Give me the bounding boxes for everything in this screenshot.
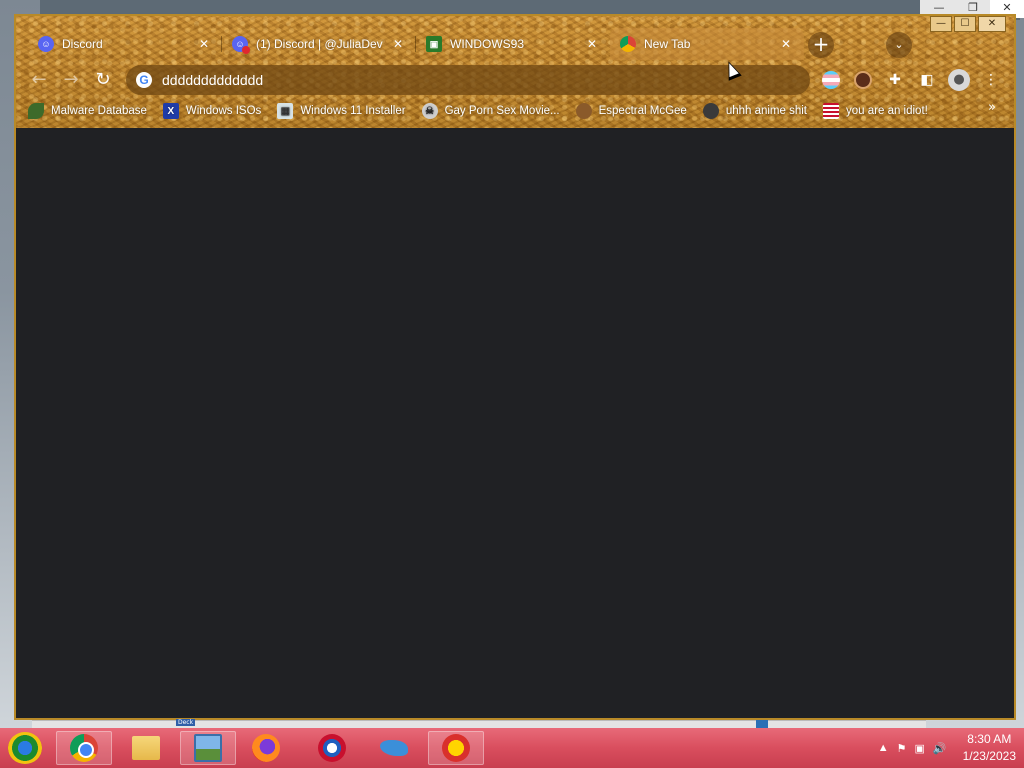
network-icon[interactable]: ▣ [915, 742, 925, 755]
browser-window: — ☐ ✕ ☺ Discord ✕ ☺ (1) Discord | @Julia… [14, 14, 1016, 720]
tab-windows93[interactable]: ▣ WINDOWS93 ✕ [416, 28, 610, 60]
clock[interactable]: 8:30 AM 1/23/2023 [963, 731, 1016, 765]
tab-title: Discord [62, 37, 103, 51]
minimize-button[interactable]: — [930, 16, 952, 32]
trans-flag-extension-icon[interactable] [820, 69, 842, 91]
tab-discord[interactable]: ☺ Discord ✕ [28, 28, 222, 60]
browser-frame: — ☐ ✕ ☺ Discord ✕ ☺ (1) Discord | @Julia… [16, 16, 1014, 128]
action-center-flag-icon[interactable]: ⚑ [897, 742, 907, 755]
skull-icon: ☠ [421, 103, 438, 119]
taskbar: ▲ ⚑ ▣ 🔊 8:30 AM 1/23/2023 [0, 728, 1024, 768]
maximize-button[interactable]: ☐ [954, 16, 976, 32]
tab-new-tab[interactable]: New Tab ✕ [610, 28, 804, 60]
bookmark-espectral-mcgee[interactable]: Espectral McGee [575, 103, 687, 119]
tab-close-icon[interactable]: ✕ [778, 36, 794, 52]
google-icon: G [136, 72, 152, 88]
background-window-strip [32, 720, 926, 728]
opera-icon [318, 734, 346, 762]
bookmark-label: Espectral McGee [598, 105, 687, 117]
bookmark-label: Gay Porn Sex Movie... [444, 105, 560, 117]
start-button[interactable] [8, 732, 42, 764]
chrome-icon [70, 734, 98, 762]
bookmarks-overflow-icon[interactable]: » [988, 100, 996, 115]
tab-title: New Tab [644, 37, 691, 51]
tab-close-icon[interactable]: ✕ [196, 36, 212, 52]
strip-accent [756, 720, 768, 728]
system-tray: ▲ ⚑ ▣ 🔊 8:30 AM 1/23/2023 [874, 728, 1016, 768]
bookmark-malware-database[interactable]: Malware Database [28, 103, 147, 119]
pinball-icon [442, 734, 470, 762]
window-controls: — ☐ ✕ [930, 16, 1006, 32]
profile-icon[interactable]: ● [948, 69, 970, 91]
new-tab-button[interactable]: + [808, 32, 834, 58]
dolphin-icon [380, 740, 408, 756]
bookmark-label: you are an idiot! [846, 105, 928, 117]
discord-icon: ☺ [38, 36, 54, 52]
side-panel-icon[interactable]: ◧ [916, 69, 938, 91]
address-bar[interactable]: G ddddddddddddd [126, 65, 810, 95]
taskbar-opera[interactable] [304, 731, 360, 765]
bookmark-label: Windows ISOs [185, 105, 262, 117]
leaf-icon [28, 103, 44, 119]
flag-icon [823, 103, 840, 119]
tab-discord-juliadev[interactable]: ☺ (1) Discord | @JuliaDev ✕ [222, 28, 416, 60]
tab-title: (1) Discord | @JuliaDev [256, 37, 383, 51]
face-icon [575, 103, 592, 119]
windows-installer-icon: ▦ [277, 103, 294, 119]
tab-close-icon[interactable]: ✕ [584, 36, 600, 52]
new-tab-page[interactable] [16, 128, 1014, 718]
chrome-icon [620, 36, 636, 52]
bookmark-label: Windows 11 Installer [300, 105, 406, 117]
volume-icon[interactable]: 🔊 [933, 742, 947, 755]
photos-icon [194, 734, 222, 762]
bookmark-uhhh-anime[interactable]: uhhh anime shit [702, 103, 808, 119]
clock-time: 8:30 AM [967, 732, 1012, 746]
back-button[interactable]: ← [26, 68, 52, 94]
bookmark-windows-isos[interactable]: X Windows ISOs [162, 103, 262, 119]
taskbar-dolphin[interactable] [366, 731, 422, 765]
menu-kebab-icon[interactable]: ⋮ [980, 69, 1002, 91]
taskbar-firefox[interactable] [238, 731, 294, 765]
extensions-puzzle-icon[interactable]: ✚ [884, 69, 906, 91]
strip-label: Deck [176, 719, 196, 726]
taskbar-photos[interactable] [180, 731, 236, 765]
tab-search-button[interactable]: ⌄ [886, 32, 912, 58]
taskbar-chrome[interactable] [56, 731, 112, 765]
taskbar-file-explorer[interactable] [118, 731, 174, 765]
bookmarks-bar: Malware Database X Windows ISOs ▦ Window… [28, 100, 944, 122]
tab-close-icon[interactable]: ✕ [390, 36, 406, 52]
tab-strip: ☺ Discord ✕ ☺ (1) Discord | @JuliaDev ✕ … [28, 28, 804, 60]
show-hidden-icons-icon[interactable]: ▲ [878, 742, 889, 754]
folder-icon [132, 736, 160, 760]
firefox-icon [252, 734, 280, 762]
bookmark-label: Malware Database [51, 105, 147, 117]
discord-notification-icon: ☺ [232, 36, 250, 54]
clock-date: 1/23/2023 [962, 749, 1016, 763]
face-extension-icon[interactable] [852, 69, 874, 91]
forward-button[interactable]: → [58, 68, 84, 94]
bookmark-windows-11-installer[interactable]: ▦ Windows 11 Installer [277, 103, 406, 119]
bookmark-you-are-an-idiot[interactable]: you are an idiot! [823, 103, 928, 119]
anime-icon [702, 103, 719, 119]
windows93-icon: ▣ [426, 36, 442, 52]
tab-title: WINDOWS93 [450, 37, 525, 51]
bookmark-gay-porn-sex-movie[interactable]: ☠ Gay Porn Sex Movie... [421, 103, 560, 119]
reload-button[interactable]: ↻ [90, 68, 116, 94]
bookmark-label: uhhh anime shit [725, 105, 808, 117]
address-bar-text[interactable]: ddddddddddddd [162, 72, 263, 88]
x-icon: X [162, 103, 179, 119]
close-button[interactable]: ✕ [978, 16, 1006, 32]
taskbar-pinball[interactable] [428, 731, 484, 765]
